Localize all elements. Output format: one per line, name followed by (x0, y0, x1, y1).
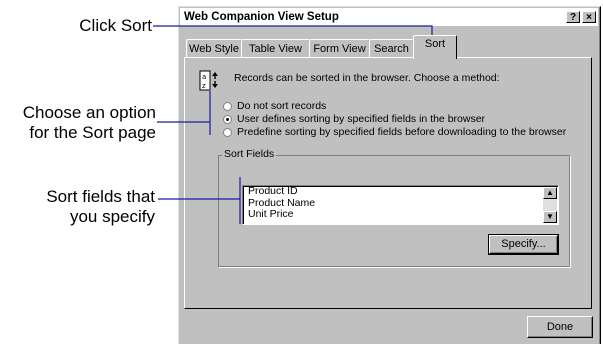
list-item[interactable]: Product ID (243, 186, 558, 198)
callout-click-sort: Click Sort (79, 16, 152, 35)
dialog-title: Web Companion View Setup (184, 11, 339, 23)
svg-text:z: z (202, 82, 206, 90)
scroll-up-arrow-icon[interactable]: ▲ (543, 187, 557, 199)
scroll-down-arrow-icon[interactable]: ▼ (543, 211, 557, 223)
radio-predefine[interactable] (223, 128, 232, 137)
tab-web-style[interactable]: Web Style (186, 39, 242, 58)
sort-order-icon: a z (199, 70, 218, 91)
callout-choose-option-line2: for the Sort page (29, 123, 156, 142)
svg-text:a: a (202, 73, 206, 81)
callout-choose-option: Choose an option for the Sort page (0, 103, 156, 143)
sort-tab-panel: a z Records can be sorted in the browser… (184, 57, 592, 309)
radio-do-not-sort[interactable] (223, 102, 232, 111)
sort-fields-group-label: Sort Fields (222, 148, 277, 160)
radio-label-predefine[interactable]: Predefine sorting by specified fields be… (237, 126, 566, 138)
callout-sort-fields: Sort fields that you specify (0, 187, 155, 227)
sort-fields-list[interactable]: Product ID Product Name Unit Price ▲ ▼ (242, 185, 559, 225)
tab-search[interactable]: Search (369, 39, 414, 58)
tab-sort[interactable]: Sort (413, 35, 457, 59)
tab-form-view[interactable]: Form View (309, 39, 370, 58)
callout-choose-option-line1: Choose an option (22, 103, 156, 122)
specify-button[interactable]: Specify... (488, 234, 559, 255)
web-companion-dialog: Web Companion View Setup ? × Web Style T… (178, 6, 601, 344)
radio-label-do-not-sort[interactable]: Do not sort records (237, 100, 326, 112)
radio-label-user-defines[interactable]: User defines sorting by specified fields… (237, 113, 485, 125)
list-item[interactable]: Unit Price (243, 208, 558, 221)
sort-intro-text: Records can be sorted in the browser. Ch… (234, 72, 500, 84)
tab-table-view[interactable]: Table View (241, 39, 310, 58)
list-scrollbar[interactable]: ▲ ▼ (543, 187, 557, 223)
callout-sort-fields-line1: Sort fields that (46, 187, 155, 206)
title-bar: Web Companion View Setup ? × (180, 8, 598, 26)
callout-sort-fields-line2: you specify (69, 207, 155, 226)
radio-user-defines[interactable] (223, 115, 232, 124)
done-button[interactable]: Done (527, 316, 593, 338)
close-button[interactable]: × (582, 11, 596, 23)
help-button[interactable]: ? (566, 11, 580, 23)
